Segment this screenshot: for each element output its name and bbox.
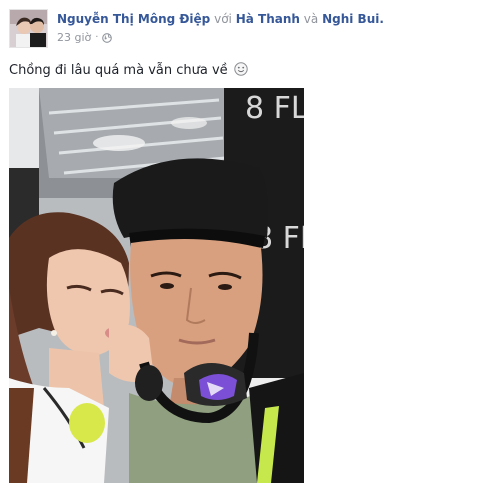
avatar-image bbox=[10, 10, 47, 47]
tagged-user-link-2[interactable]: Nghi Bui. bbox=[322, 12, 384, 26]
smiley-emoji-icon bbox=[234, 62, 248, 76]
selfie-photo: 8 FL 8 FL bbox=[9, 88, 304, 483]
globe-icon[interactable] bbox=[102, 32, 113, 43]
facebook-post: Nguyễn Thị Mông Điệp với Hà Thanh và Ngh… bbox=[0, 0, 488, 488]
sign-text-1: 8 FL bbox=[245, 91, 304, 126]
meta-separator: · bbox=[95, 32, 99, 43]
post-meta: 23 giờ · bbox=[57, 31, 113, 44]
post-timestamp-link[interactable]: 23 giờ bbox=[57, 31, 91, 44]
post-header: Nguyễn Thị Mông Điệp với Hà Thanh và Ngh… bbox=[57, 12, 384, 26]
author-avatar[interactable] bbox=[9, 9, 48, 48]
author-name-link[interactable]: Nguyễn Thị Mông Điệp bbox=[57, 12, 210, 26]
tagged-user-link-1[interactable]: Hà Thanh bbox=[236, 12, 300, 26]
post-photo[interactable]: 8 FL 8 FL bbox=[9, 88, 304, 483]
with-text: với bbox=[214, 12, 232, 26]
post-caption: Chồng đi lâu quá mà vẫn chưa về bbox=[9, 62, 248, 78]
and-text: và bbox=[303, 12, 319, 26]
caption-text: Chồng đi lâu quá mà vẫn chưa về bbox=[9, 63, 228, 78]
